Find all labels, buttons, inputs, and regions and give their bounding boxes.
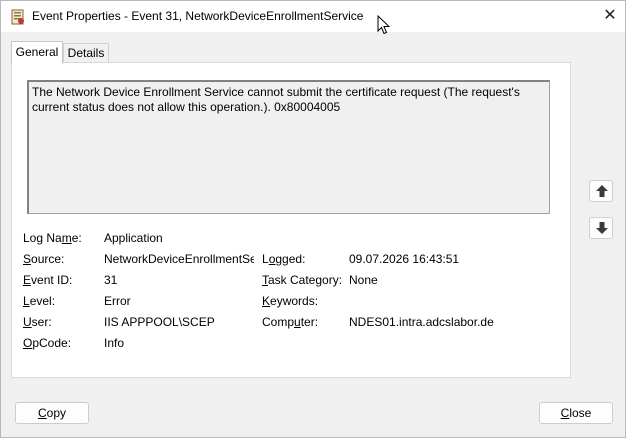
tab-general[interactable]: General <box>11 41 63 64</box>
arrow-down-icon <box>596 222 608 234</box>
computer-label: Computer: <box>262 315 319 329</box>
event-properties-window: Event Properties - Event 31, NetworkDevi… <box>0 0 626 438</box>
mouse-cursor-icon <box>377 14 391 35</box>
previous-event-button[interactable] <box>589 180 613 202</box>
window-title: Event Properties - Event 31, NetworkDevi… <box>32 9 364 23</box>
source-label: Source: <box>23 252 65 266</box>
event-id-label: Event ID: <box>23 273 73 287</box>
close-button[interactable]: Close <box>539 402 613 424</box>
opcode-value[interactable]: Info <box>104 336 124 350</box>
logged-value[interactable]: 09.07.2026 16:43:51 <box>349 252 459 266</box>
user-label: User: <box>23 315 52 329</box>
level-value[interactable]: Error <box>104 294 131 308</box>
source-value[interactable]: NetworkDeviceEnrollmentService <box>104 252 254 266</box>
event-log-icon <box>11 9 25 25</box>
next-event-button[interactable] <box>589 217 613 239</box>
task-category-label: Task Category: <box>262 273 343 287</box>
user-value[interactable]: IIS APPPOOL\SCEP <box>104 315 215 329</box>
opcode-label: OpCode: <box>23 336 72 350</box>
close-icon[interactable]: ✕ <box>599 6 621 26</box>
level-label: Level: <box>23 294 56 308</box>
event-id-value[interactable]: 31 <box>104 273 117 287</box>
task-category-value[interactable]: None <box>349 273 378 287</box>
logged-label: Logged: <box>262 252 306 266</box>
log-name-value[interactable]: Application <box>104 231 163 245</box>
keywords-label: Keywords: <box>262 294 319 308</box>
arrow-up-icon <box>596 185 608 197</box>
computer-value[interactable]: NDES01.intra.adcslabor.de <box>349 315 494 329</box>
general-tab-panel: The Network Device Enrollment Service ca… <box>11 62 571 378</box>
log-name-label: Log Name: <box>23 231 82 245</box>
tab-details[interactable]: Details <box>63 43 109 63</box>
event-description[interactable]: The Network Device Enrollment Service ca… <box>27 80 550 214</box>
title-bar[interactable]: Event Properties - Event 31, NetworkDevi… <box>1 1 625 32</box>
copy-button[interactable]: Copy <box>15 402 89 424</box>
